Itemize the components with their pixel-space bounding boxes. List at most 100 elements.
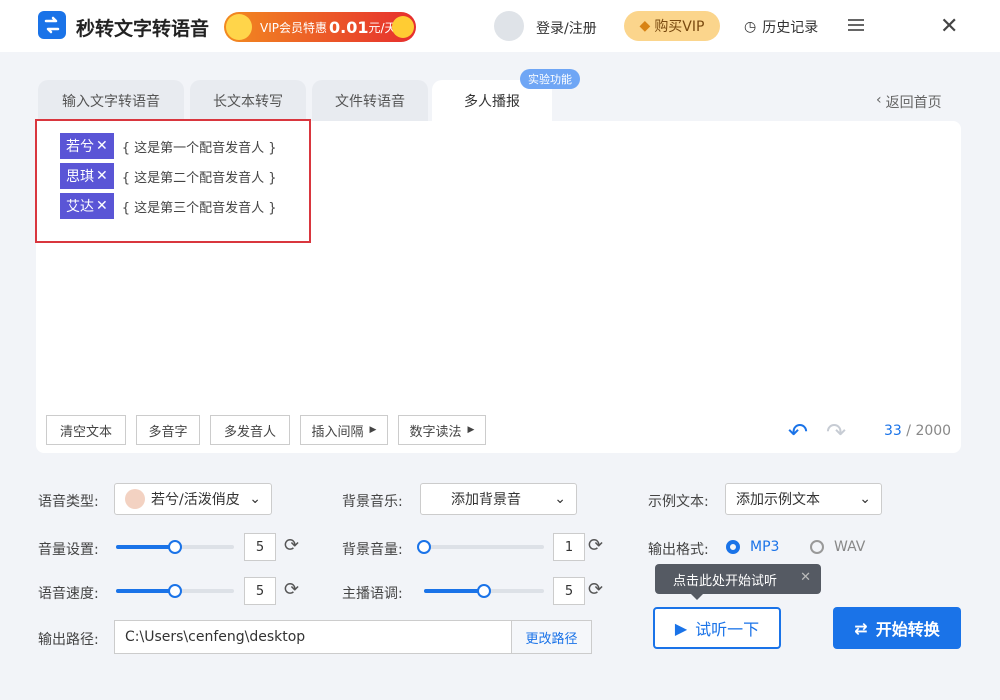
reset-icon[interactable]: ⟳	[284, 535, 299, 556]
bg-volume-slider[interactable]	[417, 540, 544, 554]
voice-type-value: 若兮/活泼俏皮	[151, 492, 240, 508]
speed-input[interactable]: 5	[244, 577, 276, 605]
speaker-desc: 这是第三个配音发音人	[134, 200, 265, 216]
bg-music-select[interactable]: 添加背景音 ⌄	[420, 483, 577, 515]
preview-button[interactable]: ▶ 试听一下	[653, 607, 781, 649]
number-reading-label: 数字读法	[409, 424, 462, 440]
history-label: 历史记录	[762, 20, 819, 36]
chevron-left-icon: ‹	[876, 92, 882, 108]
chevron-down-icon: ⌄	[249, 491, 261, 507]
preview-tooltip: 点击此处开始试听 ✕	[655, 564, 821, 600]
pitch-label: 主播语调:	[342, 586, 403, 602]
speed-slider-fill	[116, 589, 175, 593]
bg-volume-label: 背景音量:	[342, 542, 403, 558]
bg-volume-slider-knob[interactable]	[417, 540, 431, 554]
tab-long-text[interactable]: 长文本转写	[190, 80, 306, 122]
pitch-slider[interactable]	[424, 584, 544, 598]
speaker-tag[interactable]: 艾达 ✕	[60, 193, 114, 219]
output-path-value[interactable]: C:\Users\cenfeng\desktop	[115, 629, 511, 645]
bg-music-label: 背景音乐:	[342, 494, 403, 510]
volume-slider-knob[interactable]	[168, 540, 182, 554]
volume-label: 音量设置:	[38, 542, 99, 558]
reset-icon[interactable]: ⟳	[284, 579, 299, 600]
volume-input[interactable]: 5	[244, 533, 276, 561]
undo-icon[interactable]: ↶	[788, 418, 808, 446]
voice-type-select[interactable]: 若兮/活泼俏皮 ⌄	[114, 483, 272, 515]
polyphone-button[interactable]: 多音字	[136, 415, 200, 445]
reset-icon[interactable]: ⟳	[588, 579, 603, 600]
vip-promo-banner[interactable]: VIP会员特惠 0.01 元/天	[224, 12, 416, 42]
change-path-button[interactable]: 更改路径	[511, 621, 591, 653]
tab-text-to-speech[interactable]: 输入文字转语音	[38, 80, 184, 122]
volume-slider-fill	[116, 545, 175, 549]
radio-unchecked-icon[interactable]	[810, 540, 824, 554]
speed-slider[interactable]	[116, 584, 234, 598]
remove-icon[interactable]: ✕	[96, 198, 108, 214]
char-counter: 33 / 2000	[884, 423, 951, 439]
buy-vip-button[interactable]: ◆ 购买VIP	[624, 11, 720, 41]
pitch-slider-knob[interactable]	[477, 584, 491, 598]
char-count: 33	[884, 423, 902, 439]
remove-icon[interactable]: ✕	[96, 168, 108, 184]
buy-vip-label: 购买VIP	[654, 19, 705, 35]
play-icon: ▶	[674, 618, 688, 638]
sample-text-select[interactable]: 添加示例文本 ⌄	[725, 483, 882, 515]
speaker-text: { 这是第一个配音发音人 }	[121, 140, 277, 156]
speaker-line: 思琪 ✕ { 这是第二个配音发音人 }	[60, 163, 277, 189]
output-path-field[interactable]: C:\Users\cenfeng\desktop 更改路径	[114, 620, 592, 654]
back-home-link[interactable]: ‹ 返回首页	[876, 92, 942, 112]
vip-promo-prefix: VIP会员特惠	[260, 20, 327, 35]
speaker-name: 若兮	[66, 139, 94, 155]
tooltip-close-icon[interactable]: ✕	[800, 570, 811, 585]
speaker-text: { 这是第二个配音发音人 }	[121, 170, 277, 186]
chevron-down-icon: ⌄	[554, 491, 566, 507]
user-avatar-icon[interactable]	[494, 11, 524, 41]
bg-music-value: 添加背景音	[451, 492, 521, 508]
remove-icon[interactable]: ✕	[96, 138, 108, 154]
speaker-line: 艾达 ✕ { 这是第三个配音发音人 }	[60, 193, 277, 219]
speed-slider-knob[interactable]	[168, 584, 182, 598]
close-icon[interactable]: ✕	[940, 14, 958, 39]
format-mp3-label: MP3	[750, 539, 780, 555]
menu-icon[interactable]	[848, 19, 864, 31]
vip-diamond-icon: ◆	[639, 18, 651, 34]
volume-slider[interactable]	[116, 540, 234, 554]
multi-speaker-button[interactable]: 多发音人	[210, 415, 290, 445]
app-logo-icon	[38, 11, 66, 39]
clear-text-button[interactable]: 清空文本	[46, 415, 126, 445]
pitch-slider-fill	[424, 589, 484, 593]
number-reading-button[interactable]: 数字读法 ▶	[398, 415, 486, 445]
radio-checked-icon[interactable]	[726, 540, 740, 554]
speaker-tag[interactable]: 若兮 ✕	[60, 133, 114, 159]
insert-pause-label: 插入间隔	[311, 424, 364, 440]
speaker-tag[interactable]: 思琪 ✕	[60, 163, 114, 189]
sample-text-label: 示例文本:	[648, 494, 709, 510]
char-max: / 2000	[906, 423, 952, 439]
voice-type-label: 语音类型:	[38, 494, 99, 510]
experimental-badge: 实验功能	[520, 69, 580, 89]
vip-promo-price: 0.01	[329, 17, 369, 37]
history-button[interactable]: ◷ 历史记录	[744, 17, 818, 37]
sample-text-value: 添加示例文本	[736, 492, 820, 508]
tab-file-to-speech[interactable]: 文件转语音	[312, 80, 428, 122]
redo-icon[interactable]: ↷	[826, 418, 846, 446]
login-link[interactable]: 登录/注册	[536, 18, 597, 38]
speaker-name: 艾达	[66, 199, 94, 215]
reset-icon[interactable]: ⟳	[588, 535, 603, 556]
format-wav-option[interactable]: WAV	[810, 539, 865, 555]
start-convert-button[interactable]: ⇄ 开始转换	[833, 607, 961, 649]
output-path-label: 输出路径:	[38, 632, 99, 648]
back-home-label: 返回首页	[885, 95, 942, 111]
caret-right-icon: ▶	[467, 425, 475, 435]
bg-volume-input[interactable]: 1	[553, 533, 585, 561]
insert-pause-button[interactable]: 插入间隔 ▶	[300, 415, 388, 445]
app-title: 秒转文字转语音	[76, 18, 210, 40]
convert-icon: ⇄	[854, 618, 868, 638]
chevron-down-icon: ⌄	[859, 491, 871, 507]
convert-label: 开始转换	[875, 620, 940, 639]
pitch-input[interactable]: 5	[553, 577, 585, 605]
speaker-desc: 这是第一个配音发音人	[134, 140, 265, 156]
voice-avatar-icon	[125, 489, 145, 509]
format-mp3-option[interactable]: MP3	[726, 539, 779, 555]
coin-icon	[392, 16, 414, 38]
